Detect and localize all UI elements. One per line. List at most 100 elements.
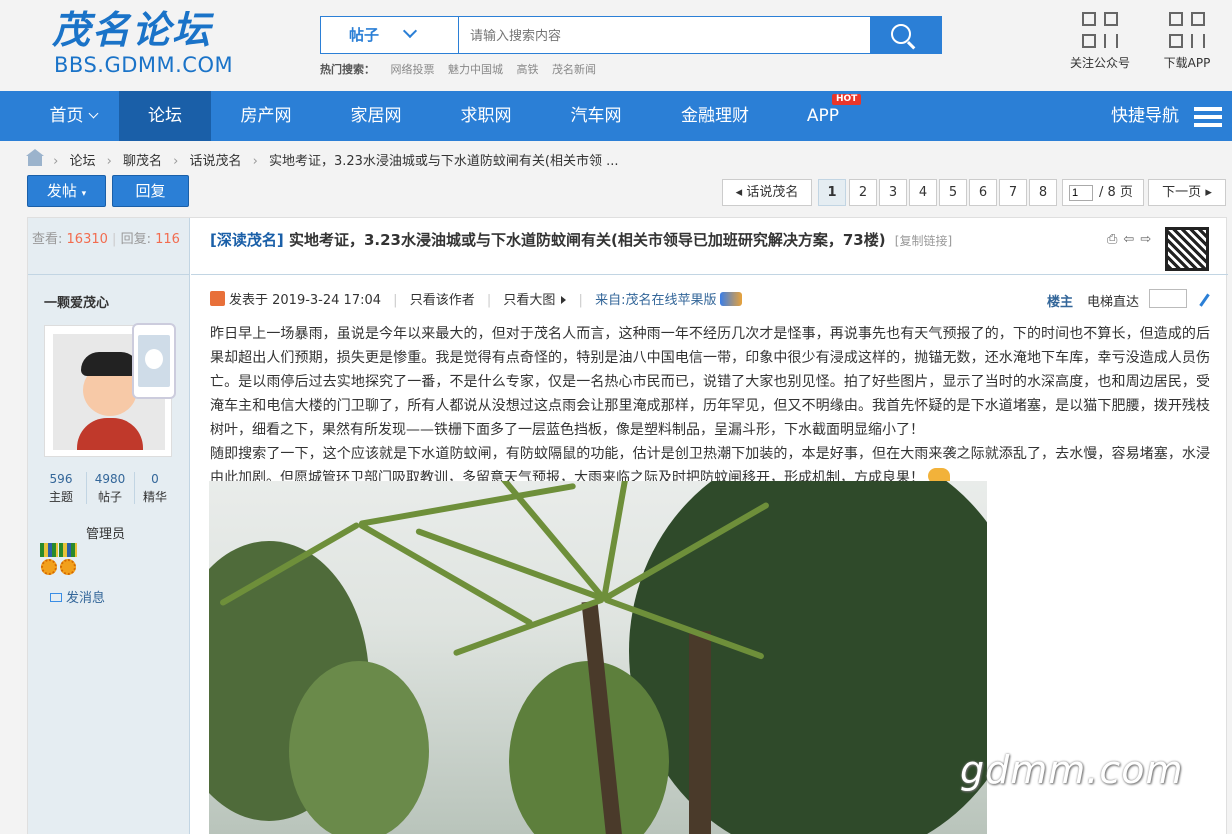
next-page-button[interactable]: 下一页 ▸ — [1148, 179, 1226, 206]
main-nav: 首页 论坛 房产网 家居网 求职网 汽车网 金融理财 APP HOT 快捷导航 — [0, 91, 1232, 141]
hot-keyword[interactable]: 网络投票 — [391, 63, 435, 76]
nav-item-forum[interactable]: 论坛 — [119, 91, 211, 141]
reply-button[interactable]: 回复 — [112, 175, 189, 207]
search-category-select[interactable]: 帖子 — [321, 17, 459, 53]
follow-label: 关注公众号 — [1070, 56, 1131, 70]
menu-icon[interactable] — [1194, 107, 1222, 127]
next-thread-icon[interactable]: ⇨ — [1140, 232, 1157, 247]
search-icon-handle — [906, 41, 916, 50]
hot-keyword[interactable]: 茂名新闻 — [552, 63, 596, 76]
breadcrumb-sep: › — [106, 154, 112, 169]
qr-code-icon — [1167, 10, 1207, 50]
tree-mid-left — [289, 661, 429, 834]
follow-official-account[interactable]: 关注公众号 — [1070, 10, 1130, 71]
tree-right — [629, 481, 987, 834]
floor-jump-input[interactable] — [1149, 289, 1187, 308]
thread-tag[interactable]: [深读茂名] — [210, 231, 284, 249]
stat-label: 精华 — [142, 490, 167, 504]
site-logo[interactable]: 茂名论坛 BBS.GDMM.COM — [52, 8, 252, 83]
nav-label: 论坛 — [148, 106, 182, 126]
page-number-input[interactable] — [1069, 185, 1093, 201]
post-source[interactable]: 来自:茂名在线苹果版 — [595, 293, 716, 308]
search-button[interactable] — [870, 17, 941, 53]
post-time: 发表于 2019-3-24 17:04 — [229, 293, 382, 308]
author-name[interactable]: 一颗爱茂心 — [44, 292, 109, 311]
reply-label: 回复 — [135, 182, 166, 200]
author-sidebar: 查看: 16310 | 回复: 116 一颗爱茂心 596 主题 4980 帖子… — [28, 218, 190, 834]
breadcrumb-current[interactable]: 实地考证，3.23水浸油城或与下水道防蚊闸有关(相关市领 ... — [269, 154, 619, 169]
breadcrumb-item[interactable]: 论坛 — [69, 154, 95, 169]
nav-item-finance[interactable]: 金融理财 — [666, 91, 764, 141]
copy-link[interactable]: [复制链接] — [895, 234, 952, 248]
only-big-image-link[interactable]: 只看大图 — [503, 293, 555, 308]
send-message-label: 发消息 — [66, 591, 106, 606]
logo-chinese: 茂名论坛 — [52, 8, 213, 52]
medal-icon[interactable] — [40, 543, 58, 579]
new-post-button[interactable]: 发帖 ▾ — [27, 175, 106, 207]
pager-page[interactable]: 1 — [818, 179, 846, 206]
pager-page[interactable]: 2 — [849, 179, 877, 206]
nav-item-home[interactable]: 首页 — [28, 91, 118, 141]
logo-domain: BBS.GDMM.COM — [54, 53, 234, 77]
nav-label: 汽车网 — [570, 106, 622, 126]
nav-label: 房产网 — [240, 106, 292, 126]
nav-label: APP — [806, 106, 840, 126]
nav-item-home-decor[interactable]: 家居网 — [332, 91, 420, 141]
hot-badge: HOT — [832, 94, 862, 105]
breadcrumb-item[interactable]: 聊茂名 — [123, 154, 162, 169]
breadcrumb-sep: › — [53, 154, 59, 169]
chevron-right-icon: ▸ — [1205, 185, 1212, 200]
avatar-hair — [81, 352, 139, 376]
send-message-link[interactable]: 发消息 — [50, 587, 105, 606]
wrench-icon[interactable] — [1190, 287, 1210, 307]
site-header: 茂名论坛 BBS.GDMM.COM 帖子 热门搜索： 网络投票 魅力中国城 高铁… — [0, 0, 1232, 91]
pager-back-button[interactable]: ◂ 话说茂名 — [722, 179, 812, 206]
breadcrumb-item[interactable]: 话说茂名 — [189, 154, 241, 169]
meta-sep: | — [486, 293, 492, 308]
qr-code-icon — [1080, 10, 1120, 50]
stat-digest[interactable]: 0 精华 — [135, 470, 175, 506]
pager-jump: / 8 页 — [1062, 179, 1144, 206]
avatar-shirt — [77, 418, 143, 450]
author-role[interactable]: 管理员 — [86, 523, 125, 542]
pager-page[interactable]: 7 — [999, 179, 1027, 206]
search-input[interactable] — [461, 17, 869, 53]
search-bar: 帖子 — [320, 16, 942, 54]
stat-value: 4980 — [94, 472, 126, 486]
stat-value: 596 — [49, 472, 73, 486]
next-page-label: 下一页 — [1162, 185, 1202, 200]
prev-thread-icon[interactable]: ⇦ — [1123, 232, 1140, 247]
pager-back-label: 话说茂名 — [746, 185, 799, 200]
pager-page[interactable]: 4 — [909, 179, 937, 206]
user-icon — [210, 291, 225, 306]
breadcrumb-sep: › — [173, 154, 179, 169]
views-label: 查看: — [32, 232, 63, 247]
nav-item-auto[interactable]: 汽车网 — [552, 91, 640, 141]
nav-item-housing[interactable]: 房产网 — [222, 91, 310, 141]
print-icon[interactable]: ⎙ — [1107, 232, 1123, 247]
nav-label: 快捷导航 — [1111, 106, 1179, 126]
nav-label: 金融理财 — [681, 106, 749, 126]
pager-page[interactable]: 5 — [939, 179, 967, 206]
quick-nav-button[interactable]: 快捷导航 — [1100, 91, 1190, 141]
replies-count: 116 — [155, 232, 180, 247]
nav-label: 求职网 — [460, 106, 512, 126]
post-paragraph-text: 随即搜索了一下，这个应该就是下水道防蚊闸，有防蚊隔鼠的功能，估计是创卫热潮下加装… — [210, 446, 1210, 486]
hot-keyword[interactable]: 魅力中国城 — [448, 63, 503, 76]
hot-keyword[interactable]: 高铁 — [517, 63, 539, 76]
stat-threads[interactable]: 596 主题 — [38, 470, 84, 506]
pager-page[interactable]: 6 — [969, 179, 997, 206]
stat-label: 主题 — [48, 490, 73, 504]
post-photo[interactable] — [209, 481, 987, 834]
only-author-link[interactable]: 只看该作者 — [410, 293, 475, 308]
nav-item-jobs[interactable]: 求职网 — [442, 91, 530, 141]
download-app[interactable]: 下载APP — [1157, 10, 1217, 71]
home-icon[interactable] — [26, 149, 44, 166]
new-post-label: 发帖 — [46, 182, 77, 200]
hot-search: 热门搜索： 网络投票 魅力中国城 高铁 茂名新闻 — [320, 61, 606, 77]
pager-page[interactable]: 8 — [1029, 179, 1057, 206]
hot-search-label: 热门搜索： — [320, 63, 375, 76]
pager-page[interactable]: 3 — [879, 179, 907, 206]
medal-icon[interactable] — [59, 543, 77, 579]
stat-posts[interactable]: 4980 帖子 — [87, 470, 133, 506]
